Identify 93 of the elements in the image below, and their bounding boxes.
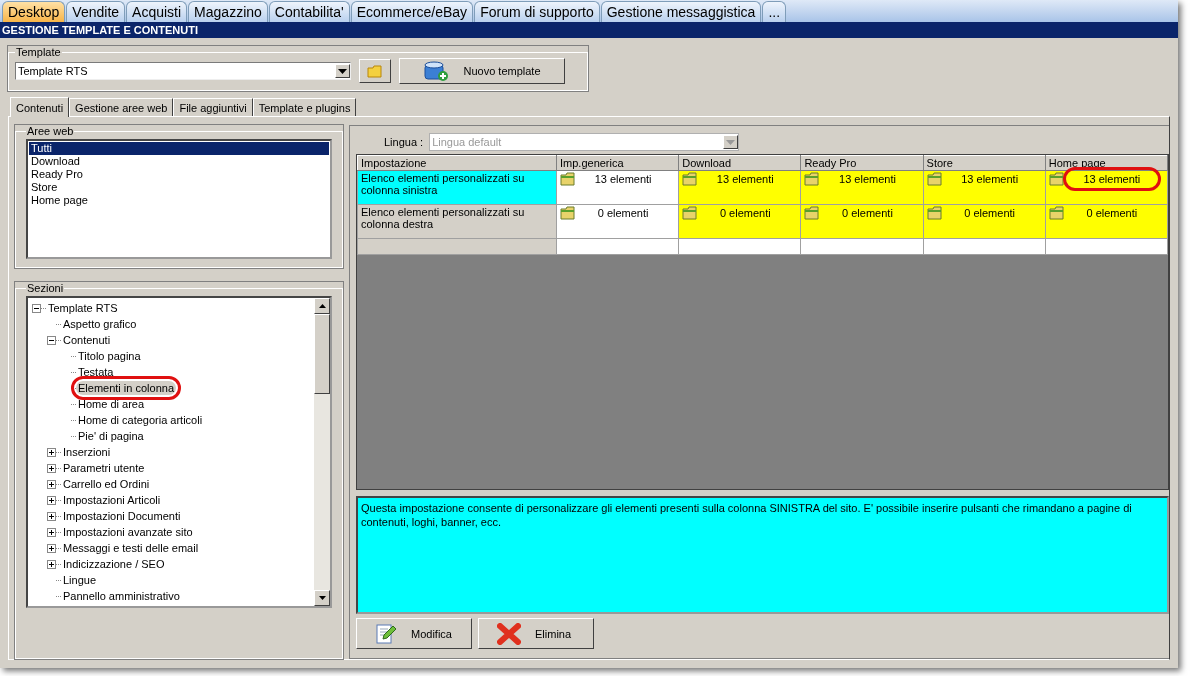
setting-cell[interactable]: Elenco elementi personalizzati su colonna destra [357,204,557,239]
expander-icon[interactable] [47,447,56,457]
expander-icon[interactable] [32,303,41,313]
expander-icon[interactable] [47,559,56,569]
value-cell[interactable]: 13 elementi [556,170,679,205]
web-area-item[interactable]: Home page [29,194,329,207]
folder-icon [1048,172,1064,186]
tree-item[interactable]: Contenuti [61,333,113,347]
tree-item[interactable]: Inserzioni [61,445,113,459]
folder-icon [804,172,820,186]
expander-icon[interactable] [47,463,56,473]
tree-item[interactable]: Home di categoria articoli [76,413,205,427]
expander-icon[interactable] [47,543,56,553]
tree-item[interactable]: Home di area [76,397,147,411]
module-tab[interactable]: Contabilita' [268,1,350,22]
folder-icon [926,172,942,186]
module-tab[interactable]: Ecommerce/eBay [350,1,474,22]
folder-icon [682,206,698,220]
module-tab[interactable]: ... [762,1,787,22]
value-cell[interactable]: 13 elementi [1045,170,1168,205]
folder-icon [926,206,942,220]
expander-icon[interactable] [47,335,56,345]
module-tab[interactable]: Acquisti [126,1,188,22]
web-area-item[interactable]: Download [29,155,329,168]
column-header[interactable]: Ready Pro [800,155,924,171]
value-cell[interactable]: 0 elementi [800,204,924,239]
tree-item[interactable]: Parametri utente [61,461,147,475]
module-tab[interactable]: Forum di supporto [474,1,600,22]
group-legend: Sezioni [26,282,65,294]
tree-item[interactable]: Pannello amministrativo [61,589,182,603]
tree-item[interactable]: Pie' di pagina [76,429,146,443]
tree-item[interactable]: Titolo pagina [76,349,143,363]
tree-item[interactable]: Lingue [61,573,99,587]
column-header[interactable]: Imp.generica [556,155,679,171]
content-tab[interactable]: Template e plugins [252,98,357,116]
group-legend: Template [15,46,62,58]
value-cell[interactable]: 13 elementi [800,170,924,205]
value-cell[interactable]: 0 elementi [556,204,679,239]
module-tab[interactable]: Gestione messaggistica [600,1,762,22]
tree-item[interactable]: Impostazioni Articoli [61,493,163,507]
cross-icon [497,622,521,645]
content-tab[interactable]: Gestione aree web [69,98,174,116]
dropdown-arrow-icon [338,68,347,74]
folder-icon [804,206,820,220]
language-label: Lingua : [384,136,424,148]
scroll-down-icon[interactable] [318,596,326,600]
web-area-item[interactable]: Store [29,181,329,194]
tree-item[interactable]: Messaggi e testi delle email [61,541,201,555]
tree-item[interactable]: Carrello ed Ordini [61,477,152,491]
content-tab[interactable]: Contenuti [10,97,70,117]
folder-icon [560,172,575,186]
value-cell[interactable]: 0 elementi [923,204,1046,239]
value-cell[interactable]: 0 elementi [1045,204,1168,239]
folder-icon [367,64,383,78]
value-cell[interactable]: 13 elementi [678,170,801,205]
column-header[interactable]: Store [923,155,1046,171]
add-box-icon [423,60,450,82]
tree-item[interactable]: Impostazioni avanzate sito [61,525,195,539]
tree-item[interactable]: Aspetto grafico [61,317,139,331]
delete-button[interactable]: Elimina [478,618,594,649]
scrollbar[interactable] [314,298,330,606]
tree-item[interactable]: Template RTS [46,301,120,315]
edit-button[interactable]: Modifica [356,618,472,649]
web-area-item[interactable]: Tutti [29,142,329,155]
new-template-button[interactable]: Nuovo template [399,58,565,84]
tree-item[interactable]: Impostazioni Documenti [61,509,183,523]
scroll-up-icon[interactable] [318,304,326,308]
tree-item[interactable]: Indicizzazione / SEO [61,557,167,571]
value-cell[interactable]: 13 elementi [923,170,1046,205]
folder-button[interactable] [359,59,391,83]
dropdown-arrow-icon [726,139,736,145]
module-tab[interactable]: Magazzino [188,1,268,22]
section-title: GESTIONE TEMPLATE E CONTENUTI [0,22,1178,38]
expander-icon[interactable] [47,495,56,505]
setting-cell[interactable]: Elenco elementi personalizzati su colonna sinistra [357,170,557,205]
template-dropdown[interactable]: Template RTS [15,62,351,80]
folder-icon [682,172,698,186]
group-legend: Aree web [26,125,75,137]
expander-icon[interactable] [47,527,56,537]
content-tab[interactable]: File aggiuntivi [173,98,253,116]
folder-icon [1048,206,1064,220]
expander-icon[interactable] [47,479,56,489]
value-cell[interactable]: 0 elementi [678,204,801,239]
web-area-item[interactable]: Ready Pro [29,168,329,181]
column-header[interactable]: Download [678,155,801,171]
expander-icon[interactable] [47,511,56,521]
module-tab[interactable]: Desktop [2,1,66,22]
column-header[interactable]: Impostazione [357,155,557,171]
tree-item[interactable]: Testata [76,365,116,379]
pencil-note-icon [375,622,397,645]
folder-icon [560,206,575,220]
description-text: Questa impostazione consente di personalizzare gli elementi presenti sulla colonna SINISTRA del sito. E' possibile inserire pulsanti che rimandano a pagine di contenuti, loghi, banner, ecc. [356,496,1169,614]
module-tab[interactable]: Vendite [66,1,126,22]
